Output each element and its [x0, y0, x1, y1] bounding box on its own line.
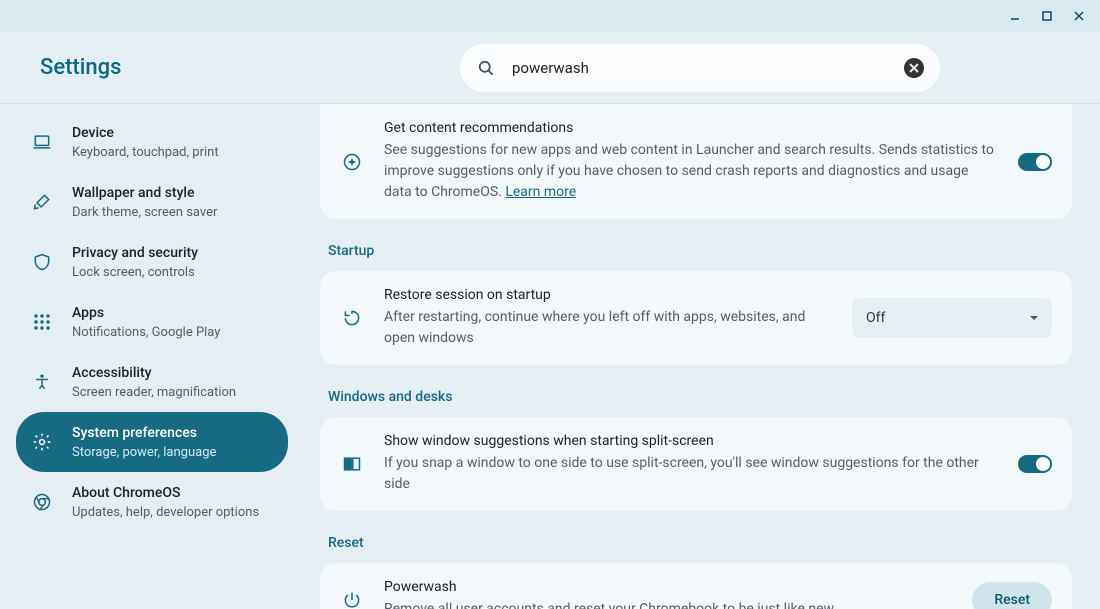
grid-icon [32, 312, 52, 332]
maximize-button[interactable] [1034, 3, 1060, 29]
sidebar-item-sub: Keyboard, touchpad, print [72, 145, 219, 160]
sidebar-item-sub: Storage, power, language [72, 445, 216, 460]
shield-icon [32, 252, 52, 272]
section-heading-reset: Reset [328, 535, 1072, 551]
recommendations-toggle[interactable] [1018, 153, 1052, 171]
card-title: Powerwash [384, 579, 952, 595]
search-input[interactable] [512, 59, 888, 77]
header: Settings [0, 32, 1100, 104]
reset-card: Powerwash Remove all user accounts and r… [320, 563, 1072, 609]
power-icon [340, 588, 364, 609]
window-suggestions-toggle[interactable] [1018, 455, 1052, 473]
section-heading-startup: Startup [328, 243, 1072, 259]
sidebar-item-label: Device [72, 124, 219, 142]
chevron-down-icon [1030, 316, 1038, 320]
card-desc: After restarting, continue where you lef… [384, 307, 832, 349]
restore-session-dropdown[interactable]: Off [852, 298, 1052, 338]
section-heading-windows: Windows and desks [328, 389, 1072, 405]
card-desc: Remove all user accounts and reset your … [384, 599, 952, 609]
card-desc: If you snap a window to one side to use … [384, 453, 998, 495]
sidebar-item-label: Apps [72, 304, 220, 322]
sidebar-item-label: System preferences [72, 424, 216, 442]
search-container [460, 44, 940, 92]
sidebar-item-wallpaper[interactable]: Wallpaper and style Dark theme, screen s… [16, 172, 288, 232]
sidebar-item-system[interactable]: System preferences Storage, power, langu… [16, 412, 288, 472]
sidebar-item-device[interactable]: Device Keyboard, touchpad, print [16, 112, 288, 172]
sidebar-item-privacy[interactable]: Privacy and security Lock screen, contro… [16, 232, 288, 292]
restore-icon [340, 306, 364, 330]
sidebar-item-label: About ChromeOS [72, 484, 259, 502]
reset-button[interactable]: Reset [972, 582, 1052, 609]
accessibility-icon [32, 372, 52, 392]
sidebar-item-sub: Lock screen, controls [72, 265, 198, 280]
recommendations-card: Get content recommendations See suggesti… [320, 104, 1072, 219]
laptop-icon [32, 132, 52, 152]
minimize-button[interactable] [1002, 3, 1028, 29]
windows-card: Show window suggestions when starting sp… [320, 417, 1072, 511]
card-title: Restore session on startup [384, 287, 832, 303]
dropdown-value: Off [866, 310, 885, 326]
sparkle-icon [340, 150, 364, 174]
learn-more-link[interactable]: Learn more [505, 184, 576, 200]
sidebar-item-sub: Notifications, Google Play [72, 325, 220, 340]
sidebar-item-label: Accessibility [72, 364, 236, 382]
search-icon [476, 58, 496, 78]
sidebar-item-accessibility[interactable]: Accessibility Screen reader, magnificati… [16, 352, 288, 412]
sidebar: Device Keyboard, touchpad, print Wallpap… [0, 104, 304, 609]
sidebar-item-sub: Screen reader, magnification [72, 385, 236, 400]
card-desc: See suggestions for new apps and web con… [384, 140, 998, 203]
sidebar-item-sub: Updates, help, developer options [72, 505, 259, 520]
card-title: Get content recommendations [384, 120, 998, 136]
sidebar-item-label: Wallpaper and style [72, 184, 217, 202]
brush-icon [32, 192, 52, 212]
chrome-icon [32, 492, 52, 512]
sidebar-item-about[interactable]: About ChromeOS Updates, help, developer … [16, 472, 288, 532]
sidebar-item-sub: Dark theme, screen saver [72, 205, 217, 220]
startup-card: Restore session on startup After restart… [320, 271, 1072, 365]
main-content: Get content recommendations See suggesti… [304, 104, 1100, 609]
split-screen-icon [340, 452, 364, 476]
page-title: Settings [40, 55, 460, 80]
gear-icon [32, 432, 52, 452]
clear-search-icon[interactable] [904, 58, 924, 78]
sidebar-item-label: Privacy and security [72, 244, 198, 262]
sidebar-item-apps[interactable]: Apps Notifications, Google Play [16, 292, 288, 352]
titlebar [0, 0, 1100, 32]
card-title: Show window suggestions when starting sp… [384, 433, 998, 449]
close-button[interactable] [1066, 3, 1092, 29]
